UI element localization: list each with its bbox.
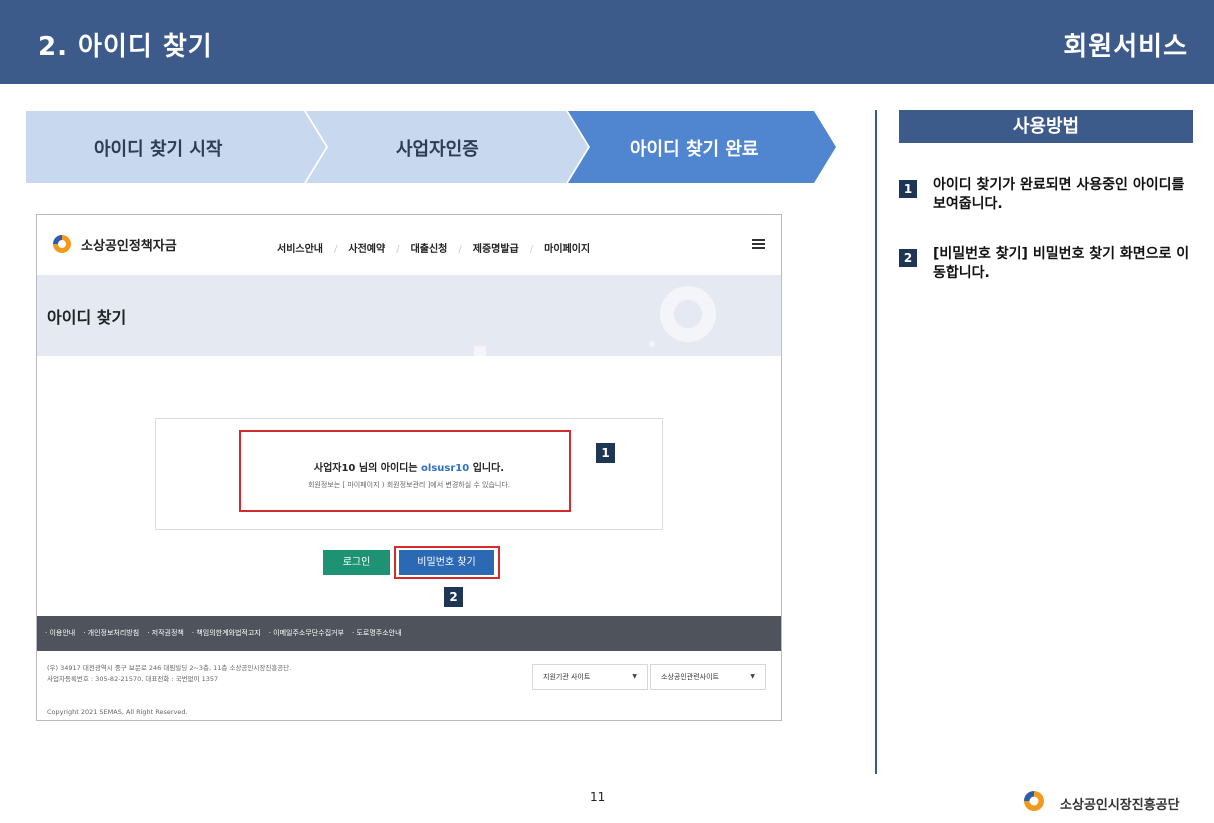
footer-address: (우) 34917 대전광역시 중구 보문로 246 대림빌딩 2~3층, 11… bbox=[47, 663, 291, 685]
howto-text: [비밀번호 찾기] 비밀번호 찾기 화면으로 이동합니다. bbox=[933, 246, 1190, 281]
slide: 2. 아이디 찾기 회원서비스 아이디 찾기 시작 사업자인증 아이디 찾기 완… bbox=[0, 0, 1214, 823]
divider bbox=[875, 110, 877, 774]
footer-link-usage[interactable]: · 이용안내 bbox=[45, 629, 75, 637]
menu-separator: / bbox=[458, 244, 462, 255]
page-hero: 아이디 찾기 bbox=[37, 275, 781, 356]
header-bar: 2. 아이디 찾기 회원서비스 bbox=[0, 0, 1214, 84]
site-logo-text[interactable]: 소상공인정책자금 bbox=[81, 235, 177, 254]
menu-item-loan[interactable]: 대출신청 bbox=[411, 240, 448, 255]
howto-text: 아이디 찾기가 완료되면 사용중인 아이디를 보여줍니다. bbox=[933, 177, 1185, 212]
page-title: 2. 아이디 찾기 bbox=[38, 32, 213, 62]
footer-links-bar: · 이용안내 · 개인정보처리방침 · 저작권정책 · 책임의한계와법적고지 · 이메일… bbox=[37, 616, 781, 651]
menu-item-reservation[interactable]: 사전예약 bbox=[348, 240, 385, 255]
menu-item-certificate[interactable]: 제증명발급 bbox=[473, 240, 519, 255]
howto-number: 1 bbox=[899, 180, 917, 198]
howto-number: 2 bbox=[899, 249, 917, 267]
decorative-square bbox=[474, 346, 486, 356]
menu-item-mypage[interactable]: 마이페이지 bbox=[544, 240, 590, 255]
highlight-box-2 bbox=[394, 546, 500, 579]
footer-link-disclaimer[interactable]: · 책임의한계와법적고지 bbox=[192, 629, 261, 637]
footer-info: (우) 34917 대전광역시 중구 보문로 246 대림빌딩 2~3층, 11… bbox=[37, 651, 781, 720]
step-indicator: 아이디 찾기 시작 사업자인증 아이디 찾기 완료 bbox=[26, 111, 836, 183]
copyright-text: Copyright 2021 SEMAS, All Right Reserved… bbox=[47, 708, 188, 716]
business-info-line: 사업자등록번호 : 305-82-21570, 대표전화 : 국번없이 1357 bbox=[47, 675, 219, 683]
menu-item-service[interactable]: 서비스안내 bbox=[277, 240, 323, 255]
logo-icon bbox=[53, 235, 71, 253]
decorative-dot bbox=[649, 341, 655, 347]
howto-title: 사용방법 bbox=[899, 110, 1193, 143]
menu-separator: / bbox=[334, 244, 338, 255]
main-menu: 서비스안내 / 사전예약 / 대출신청 / 제증명발급 / 마이페이지 bbox=[277, 240, 590, 255]
menu-separator: / bbox=[396, 244, 400, 255]
footer-link-email[interactable]: · 이메일주소무단수집거부 bbox=[269, 629, 344, 637]
screen-page-title: 아이디 찾기 bbox=[47, 308, 127, 327]
brand-footer: 소상공인시장진흥공단 bbox=[1020, 790, 1200, 814]
page-number: 11 bbox=[590, 790, 606, 804]
caret-down-icon: ▼ bbox=[750, 673, 755, 680]
footer-link-copyright[interactable]: · 저작권정책 bbox=[147, 629, 184, 637]
screenshot-frame: 소상공인정책자금 서비스안내 / 사전예약 / 대출신청 / 제증명발급 / 마이페이지 아이디… bbox=[36, 214, 782, 721]
step-3-label: 아이디 찾기 완료 bbox=[630, 139, 759, 160]
hamburger-menu-icon[interactable] bbox=[752, 239, 765, 249]
select-value: 지원기관 사이트 bbox=[543, 673, 591, 681]
login-button[interactable]: 로그인 bbox=[323, 550, 390, 575]
related-agency-select[interactable]: 지원기관 사이트 ▼ bbox=[532, 664, 648, 690]
decorative-ring bbox=[660, 286, 716, 342]
footer-link-address[interactable]: · 도로명주소안내 bbox=[352, 629, 402, 637]
footer-links: · 이용안내 · 개인정보처리방침 · 저작권정책 · 책임의한계와법적고지 · 이메일… bbox=[45, 628, 410, 638]
brand-name: 소상공인시장진흥공단 bbox=[1060, 798, 1180, 813]
brand-logo-icon bbox=[1024, 791, 1044, 811]
caret-down-icon: ▼ bbox=[632, 673, 637, 680]
highlight-box-1 bbox=[239, 430, 571, 512]
related-site-select[interactable]: 소상공인관련사이트 ▼ bbox=[650, 664, 766, 690]
menu-separator: / bbox=[529, 244, 534, 255]
site-navbar: 소상공인정책자금 서비스안내 / 사전예약 / 대출신청 / 제증명발급 / 마이페이지 bbox=[37, 215, 781, 275]
address-line: (우) 34917 대전광역시 중구 보문로 246 대림빌딩 2~3층, 11… bbox=[47, 664, 292, 672]
section-title: 회원서비스 bbox=[1063, 32, 1188, 62]
callout-1: 1 bbox=[596, 443, 615, 463]
footer-link-privacy[interactable]: · 개인정보처리방침 bbox=[83, 629, 139, 637]
select-value: 소상공인관련사이트 bbox=[661, 673, 719, 681]
step-1-label: 아이디 찾기 시작 bbox=[94, 139, 223, 160]
callout-2: 2 bbox=[444, 587, 463, 607]
step-2-label: 사업자인증 bbox=[396, 139, 479, 160]
